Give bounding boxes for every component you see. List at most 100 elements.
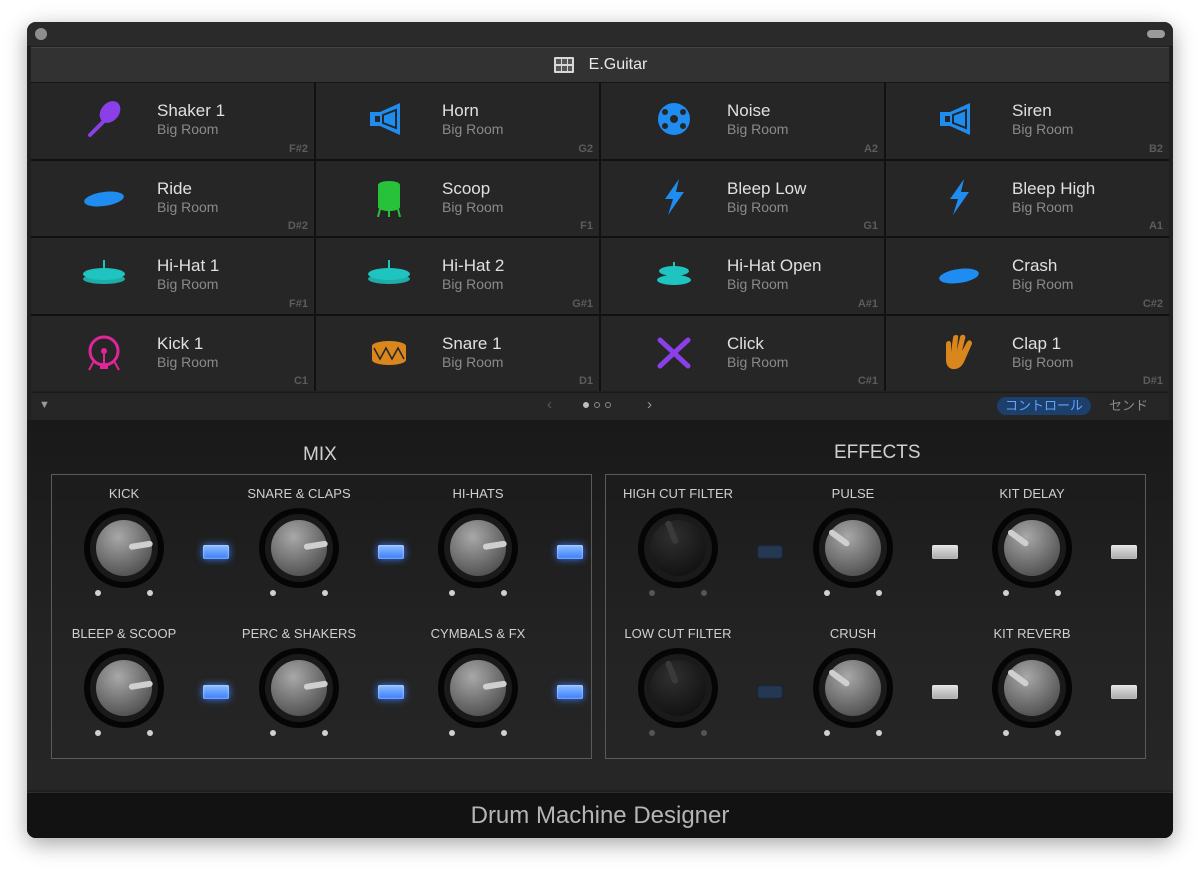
drum-icon (377, 180, 401, 217)
pad-patch-name: Big Room (1012, 121, 1074, 137)
hihat-icon (83, 260, 125, 284)
page-indicator[interactable] (583, 402, 611, 408)
pad-note: C#2 (1142, 297, 1163, 310)
knob-label: CYMBALS & FX (430, 626, 526, 641)
toggle-button[interactable] (1111, 545, 1137, 559)
tab-control[interactable]: コントロール (997, 397, 1092, 415)
knob[interactable] (805, 503, 901, 599)
knob[interactable] (76, 643, 172, 739)
pad-name: Shaker 1 (157, 101, 226, 120)
pad-noise[interactable]: Noise Big Room A2 (601, 83, 884, 159)
pad-shaker-1[interactable]: Shaker 1 Big Room F#2 (31, 83, 314, 159)
page-dot[interactable] (594, 402, 600, 408)
pad-note: A2 (863, 142, 878, 155)
kick-drum-icon (88, 335, 120, 370)
knob[interactable] (430, 643, 526, 739)
knob[interactable] (76, 503, 172, 599)
toggle-button[interactable] (203, 685, 229, 699)
toggle-button[interactable] (378, 545, 404, 559)
pad-hi-hat-1[interactable]: Hi-Hat 1 Big Room F#1 (31, 238, 314, 314)
page-dot[interactable] (583, 402, 589, 408)
pad-crash[interactable]: Crash Big Room C#2 (886, 238, 1169, 314)
kit-header[interactable]: E.Guitar (31, 47, 1169, 83)
pad-name: Click (727, 333, 764, 353)
tab-send[interactable]: センド (1109, 397, 1148, 415)
pad-name: Hi-Hat Open (727, 256, 822, 275)
pad-kick-1[interactable]: Kick 1 Big Room C1 (31, 315, 314, 391)
next-page-button[interactable]: › (647, 396, 652, 413)
toggle-button[interactable] (932, 685, 958, 699)
previous-page-button[interactable]: ‹ (547, 396, 552, 413)
toggle-button[interactable] (1111, 685, 1137, 699)
window-resize-button[interactable] (1147, 30, 1165, 38)
pad-name: Ride (157, 178, 192, 198)
knob[interactable] (251, 503, 347, 599)
pad-bleep-high[interactable]: Bleep High Big Room A1 (886, 160, 1169, 236)
toggle-button[interactable] (378, 685, 404, 699)
pad-hi-hat-open[interactable]: Hi-Hat Open Big Room A#1 (601, 238, 884, 314)
pad-note: A1 (1148, 220, 1163, 232)
knob[interactable] (984, 503, 1080, 599)
toggle-button[interactable] (932, 545, 958, 559)
knob-label: HI-HATS (452, 486, 504, 501)
pad-patch-name: Big Room (157, 121, 219, 137)
snare-drum-icon (372, 340, 406, 365)
triangle-down-icon[interactable]: ▼ (39, 399, 50, 411)
pad-name: Clap 1 (1012, 333, 1062, 353)
kit-name: E.Guitar (588, 56, 648, 73)
drumsticks-icon (657, 337, 691, 368)
toggle-button[interactable] (203, 545, 229, 559)
pad-click[interactable]: Click Big Room C#1 (601, 315, 884, 391)
pad-bleep-low[interactable]: Bleep Low Big Room G1 (601, 160, 884, 236)
pad-note: D#2 (287, 220, 308, 232)
toggle-button[interactable] (757, 685, 783, 699)
pad-name: Noise (727, 101, 771, 120)
toggle-button[interactable] (557, 545, 583, 559)
pad-siren[interactable]: Siren Big Room B2 (886, 83, 1169, 159)
knob-label: CRUSH (829, 626, 877, 641)
knob[interactable] (251, 643, 347, 739)
pad-scoop[interactable]: Scoop Big Room F1 (316, 160, 599, 236)
pad-patch-name: Big Room (157, 353, 219, 370)
knob[interactable] (430, 503, 526, 599)
crash-cymbal-icon (939, 268, 979, 284)
hand-clap-icon (946, 334, 972, 369)
pad-hi-hat-2[interactable]: Hi-Hat 2 Big Room G#1 (316, 238, 599, 314)
pad-note: G#1 (572, 297, 593, 310)
pad-patch-name: Big Room (442, 198, 504, 215)
pad-name: Snare 1 (442, 333, 502, 353)
pad-name: Kick 1 (157, 333, 204, 353)
pad-name: Siren (1012, 101, 1052, 120)
pad-note: D#1 (1142, 375, 1163, 387)
knob[interactable] (630, 503, 726, 599)
pad-name: Crash (1012, 256, 1058, 275)
pad-snare-1[interactable]: Snare 1 Big Room D1 (316, 315, 599, 391)
noise-icon (658, 103, 690, 135)
knob-label: LOW CUT FILTER (624, 626, 732, 641)
toggle-button[interactable] (557, 685, 583, 699)
pad-patch-name: Big Room (157, 276, 219, 292)
ride-cymbal-icon (84, 191, 124, 206)
pad-note: F1 (580, 220, 593, 232)
knob-label: HIGH CUT FILTER (622, 486, 734, 501)
title-bar[interactable] (27, 22, 1173, 46)
plugin-window: E.Guitar Shaker 1 Big Room F#2 Horn Big … (27, 22, 1173, 838)
toggle-button[interactable] (757, 545, 783, 559)
plugin-title: Drum Machine Designer (27, 792, 1173, 838)
page-dot[interactable] (605, 402, 611, 408)
pad-ride[interactable]: Ride Big Room D#2 (31, 160, 314, 236)
pad-patch-name: Big Room (442, 353, 504, 370)
smart-controls-panel: MIX EFFECTS KICK SNARE & CLAPS HI-HATS B… (27, 420, 1173, 790)
pad-grid: Shaker 1 Big Room F#2 Horn Big Room G2 N… (31, 83, 1169, 391)
siren-icon (940, 103, 970, 135)
pad-patch-name: Big Room (157, 198, 219, 215)
pad-clap-1[interactable]: Clap 1 Big Room D#1 (886, 315, 1169, 391)
pad-horn[interactable]: Horn Big Room G2 (316, 83, 599, 159)
close-button[interactable] (35, 28, 47, 40)
pad-note: C1 (293, 375, 308, 387)
pad-navigation-bar: ▼ ‹ › コントロール センド (31, 392, 1169, 420)
knob[interactable] (984, 643, 1080, 739)
pad-patch-name: Big Room (727, 198, 789, 215)
knob[interactable] (630, 643, 726, 739)
knob[interactable] (805, 643, 901, 739)
